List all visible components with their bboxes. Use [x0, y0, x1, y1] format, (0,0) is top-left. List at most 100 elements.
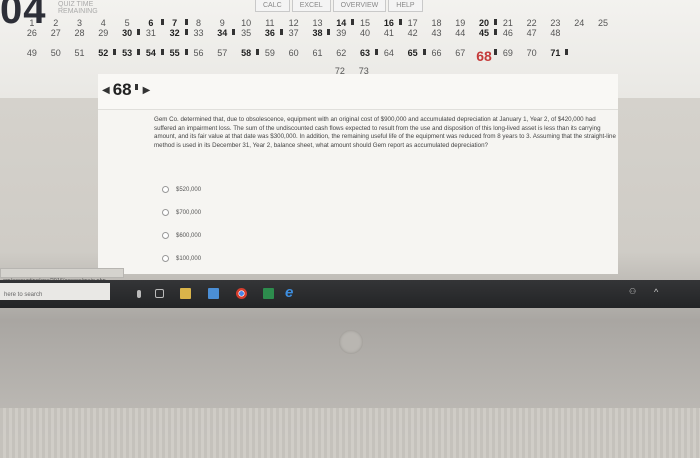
- question-link[interactable]: 22: [520, 18, 544, 28]
- question-link[interactable]: 38: [306, 28, 331, 38]
- question-link[interactable]: 31: [139, 28, 163, 38]
- taskbar-search[interactable]: here to search: [0, 283, 110, 300]
- question-link[interactable]: 21: [496, 18, 520, 28]
- question-link[interactable]: 18: [425, 18, 449, 28]
- question-link[interactable]: 26: [20, 28, 44, 38]
- question-link[interactable]: 10: [234, 18, 258, 28]
- question-link[interactable]: 11: [258, 18, 282, 28]
- question-link[interactable]: 62: [329, 48, 353, 64]
- question-link[interactable]: 47: [520, 28, 544, 38]
- question-link[interactable]: 40: [353, 28, 377, 38]
- question-nav-row: 49 50 51 52 53 54 55 56 57 58 59 60 61 62 63 64 65 66 67 68…: [20, 48, 569, 64]
- question-link[interactable]: 20: [472, 18, 497, 28]
- question-link[interactable]: 69: [496, 48, 520, 64]
- answer-option-a[interactable]: $520,000: [162, 178, 201, 201]
- question-link[interactable]: 35: [234, 28, 258, 38]
- question-link[interactable]: 29: [91, 28, 115, 38]
- question-link[interactable]: 56: [187, 48, 211, 64]
- question-link[interactable]: 4: [91, 18, 115, 28]
- question-link[interactable]: 71: [544, 48, 569, 64]
- question-link[interactable]: 63: [353, 48, 378, 64]
- question-link[interactable]: 34: [210, 28, 235, 38]
- question-link[interactable]: 37: [282, 28, 306, 38]
- question-link[interactable]: 23: [544, 18, 568, 28]
- flag-icon[interactable]: [134, 84, 138, 90]
- question-link[interactable]: 61: [306, 48, 330, 64]
- question-link[interactable]: 60: [282, 48, 306, 64]
- question-link[interactable]: 1: [20, 18, 44, 28]
- question-link[interactable]: 65: [401, 48, 426, 64]
- question-link[interactable]: 8: [187, 18, 211, 28]
- question-link[interactable]: 67: [448, 48, 472, 64]
- question-link[interactable]: 2: [44, 18, 68, 28]
- question-link[interactable]: 13: [306, 18, 330, 28]
- question-link[interactable]: 16: [377, 18, 402, 28]
- question-link[interactable]: 41: [377, 28, 401, 38]
- question-link[interactable]: 30: [115, 28, 140, 38]
- radio-button[interactable]: [162, 186, 169, 193]
- question-link[interactable]: 27: [44, 28, 68, 38]
- question-link[interactable]: 43: [425, 28, 449, 38]
- question-link[interactable]: 66: [425, 48, 449, 64]
- question-link[interactable]: 46: [496, 28, 520, 38]
- question-link[interactable]: 3: [68, 18, 92, 28]
- question-link[interactable]: 17: [401, 18, 425, 28]
- question-link[interactable]: 28: [68, 28, 92, 38]
- microphone-icon[interactable]: [137, 290, 141, 298]
- prev-question-icon[interactable]: ◀: [102, 85, 110, 96]
- question-link[interactable]: 64: [377, 48, 401, 64]
- edge-icon[interactable]: e: [285, 284, 293, 301]
- answer-label: $600,000: [176, 232, 202, 239]
- task-view-icon[interactable]: [155, 289, 164, 298]
- question-link[interactable]: 44: [448, 28, 472, 38]
- question-link[interactable]: 19: [448, 18, 472, 28]
- question-link[interactable]: 7: [163, 18, 188, 28]
- question-link[interactable]: 59: [258, 48, 282, 64]
- question-link[interactable]: 42: [401, 28, 425, 38]
- question-link[interactable]: 52: [91, 48, 116, 64]
- tab-help[interactable]: HELP: [388, 0, 423, 12]
- answer-option-d[interactable]: $100,000: [162, 247, 201, 270]
- answer-options: $520,000 $700,000 $600,000 $100,000: [162, 178, 201, 270]
- chrome-icon[interactable]: [236, 288, 247, 299]
- excel-icon[interactable]: [263, 288, 274, 299]
- question-link[interactable]: 33: [187, 28, 211, 38]
- question-link[interactable]: 45: [472, 28, 497, 38]
- question-link[interactable]: 48: [544, 28, 568, 38]
- radio-button[interactable]: [162, 209, 169, 216]
- question-link[interactable]: 57: [210, 48, 234, 64]
- question-link[interactable]: 51: [68, 48, 92, 64]
- question-link[interactable]: 9: [210, 18, 234, 28]
- question-link[interactable]: 6: [139, 18, 164, 28]
- radio-button[interactable]: [162, 232, 169, 239]
- question-link[interactable]: 39: [329, 28, 353, 38]
- answer-option-c[interactable]: $600,000: [162, 224, 201, 247]
- answer-option-b[interactable]: $700,000: [162, 201, 201, 224]
- question-link[interactable]: 55: [163, 48, 188, 64]
- question-link[interactable]: 36: [258, 28, 283, 38]
- question-link[interactable]: 24: [567, 18, 591, 28]
- radio-button[interactable]: [162, 255, 169, 262]
- store-icon[interactable]: [208, 288, 219, 299]
- tab-overview[interactable]: OVERVIEW: [332, 0, 387, 12]
- question-link[interactable]: 14: [329, 18, 354, 28]
- question-nav-row: 26 27 28 29 30 31 32 33 34 35 36 37 38 39 40 41 42 43 44 45…: [20, 28, 567, 38]
- question-link[interactable]: 58: [234, 48, 259, 64]
- question-link[interactable]: 12: [282, 18, 306, 28]
- question-link[interactable]: 25: [591, 18, 615, 28]
- question-link[interactable]: 50: [44, 48, 68, 64]
- file-explorer-icon[interactable]: [180, 288, 191, 299]
- tab-calc[interactable]: CALC: [255, 0, 290, 12]
- question-link[interactable]: 32: [163, 28, 188, 38]
- question-link[interactable]: 5: [115, 18, 139, 28]
- question-link[interactable]: 54: [139, 48, 164, 64]
- question-link[interactable]: 70: [520, 48, 544, 64]
- people-icon[interactable]: ⚇: [629, 287, 636, 296]
- next-question-icon[interactable]: ▶: [143, 85, 151, 96]
- question-link-current[interactable]: 68: [472, 48, 497, 64]
- question-link[interactable]: 49: [20, 48, 44, 64]
- tab-excel[interactable]: EXCEL: [291, 0, 331, 12]
- question-link[interactable]: 53: [115, 48, 140, 64]
- question-link[interactable]: 15: [353, 18, 377, 28]
- chevron-up-icon[interactable]: ^: [654, 287, 658, 297]
